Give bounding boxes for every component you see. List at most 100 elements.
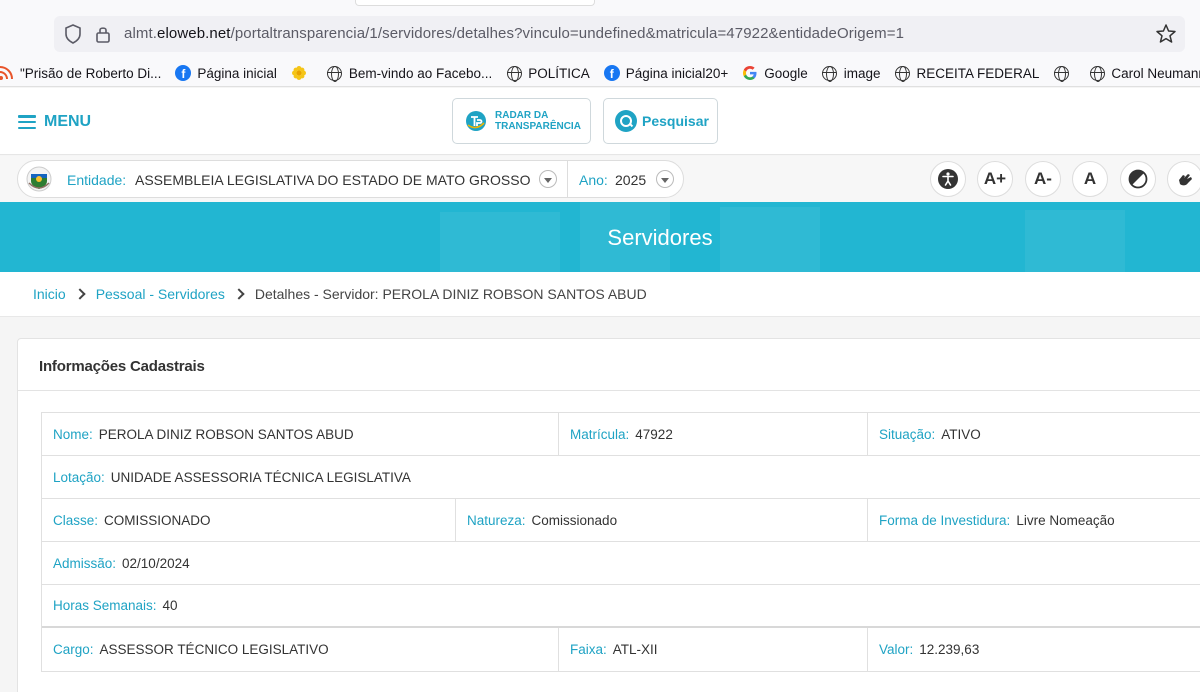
- entity-selector: Entidade: ASSEMBLEIA LEGISLATIVA DO ESTA…: [17, 160, 684, 198]
- field-value: PEROLA DINIZ ROBSON SANTOS ABUD: [98, 426, 354, 442]
- year-dropdown-icon[interactable]: [656, 170, 674, 188]
- chevron-right-icon: [74, 288, 86, 300]
- search-label: Pesquisar: [642, 113, 709, 129]
- lock-icon[interactable]: [95, 24, 111, 44]
- details-row: Classe: COMISSIONADO Natureza: Comission…: [42, 499, 1200, 542]
- menu-label: MENU: [44, 113, 92, 130]
- breadcrumb-home-link[interactable]: Inicio: [33, 286, 66, 302]
- globe-icon: [895, 65, 911, 82]
- contrast-button[interactable]: [1120, 161, 1156, 197]
- details-row: Lotação: UNIDADE ASSESSORIA TÉCNICA LEGI…: [42, 456, 1200, 499]
- field-label: Cargo:: [53, 642, 94, 657]
- search-icon: [615, 110, 637, 132]
- site-header: MENU RADAR DA TRANSPARÊNCIA Pesquisar: [0, 88, 1200, 155]
- field-faixa: Faixa: ATL-XII: [559, 628, 868, 671]
- info-card: Informações Cadastrais Nome: PEROLA DINI…: [17, 338, 1200, 692]
- field-value: UNIDADE ASSESSORIA TÉCNICA LEGISLATIVA: [110, 469, 411, 485]
- hand-icon: [1179, 174, 1192, 186]
- field-label: Nome:: [53, 426, 93, 442]
- font-decrease-button[interactable]: A-: [1025, 161, 1061, 197]
- entity-value[interactable]: ASSEMBLEIA LEGISLATIVA DO ESTADO DE MATO…: [135, 172, 530, 188]
- field-value: 40: [162, 598, 178, 613]
- shield-icon[interactable]: [64, 24, 82, 44]
- field-value: Livre Nomeação: [1016, 512, 1115, 528]
- field-label: Matrícula:: [570, 426, 630, 442]
- bookmark-label: Página inicial20+: [625, 65, 729, 81]
- field-label: Natureza:: [467, 512, 526, 528]
- field-admissao: Admissão: 02/10/2024: [42, 542, 1200, 584]
- bookmark-item[interactable]: Bem-vindo ao Facebo...: [327, 65, 493, 82]
- details-grid: Nome: PEROLA DINIZ ROBSON SANTOS ABUD Ma…: [41, 412, 1200, 672]
- globe-icon: [506, 65, 522, 82]
- bookmark-item[interactable]: [291, 65, 313, 81]
- field-matricula: Matrícula: 47922: [559, 413, 868, 455]
- page-title: Servidores: [607, 225, 713, 250]
- field-cargo: Cargo: ASSESSOR TÉCNICO LEGISLATIVO: [42, 628, 559, 671]
- menu-button[interactable]: MENU: [18, 113, 91, 131]
- field-label: Valor:: [879, 642, 914, 657]
- address-bar[interactable]: almt.eloweb.net/portaltransparencia/1/se…: [54, 16, 1185, 52]
- search-button[interactable]: Pesquisar: [603, 98, 718, 144]
- url-domain: eloweb.net: [157, 25, 231, 42]
- bookmark-item[interactable]: f Página inicial: [175, 65, 277, 81]
- bookmark-item[interactable]: POLÍTICA: [506, 65, 590, 82]
- globe-icon: [822, 65, 838, 82]
- field-value: 12.239,63: [919, 642, 980, 657]
- entity-dropdown-icon[interactable]: [539, 170, 557, 188]
- field-situacao: Situação: ATIVO: [868, 413, 1200, 455]
- field-value: ATL-XII: [612, 642, 658, 657]
- entity-bar: Entidade: ASSEMBLEIA LEGISLATIVA DO ESTA…: [0, 156, 1200, 202]
- browser-toolbar: almt.eloweb.net/portaltransparencia/1/se…: [0, 0, 1200, 87]
- bookmark-label: Google: [764, 65, 808, 81]
- google-icon: [742, 65, 758, 81]
- field-label: Horas Semanais:: [53, 598, 157, 613]
- field-classe: Classe: COMISSIONADO: [42, 499, 456, 541]
- bookmark-label: image: [843, 65, 881, 81]
- sign-language-button[interactable]: [1167, 161, 1200, 197]
- divider: [18, 390, 1200, 391]
- contrast-icon: [1128, 169, 1148, 189]
- entity-label: Entidade:: [67, 172, 127, 188]
- radar-transparencia-button[interactable]: RADAR DA TRANSPARÊNCIA: [452, 98, 591, 144]
- bookmark-item[interactable]: image: [822, 65, 881, 82]
- field-valor: Valor: 12.239,63: [868, 628, 1200, 671]
- facebook-icon: f: [175, 65, 192, 81]
- field-label: Lotação:: [53, 469, 105, 485]
- field-label: Situação:: [879, 426, 936, 442]
- bookmark-label: Carol Neumann: [1111, 65, 1200, 81]
- radar-label-line2: TRANSPARÊNCIA: [495, 121, 581, 132]
- bookmark-star-icon[interactable]: [1155, 23, 1177, 45]
- bookmark-label: POLÍTICA: [528, 65, 590, 81]
- field-value: 02/10/2024: [122, 555, 190, 571]
- hamburger-icon: [18, 115, 36, 129]
- bookmark-item[interactable]: RECEITA FEDERAL: [895, 65, 1039, 82]
- font-increase-button[interactable]: A+: [977, 161, 1013, 197]
- radar-label-line1: RADAR DA: [495, 110, 549, 121]
- year-label: Ano:: [579, 172, 608, 188]
- breadcrumb-section-link[interactable]: Pessoal - Servidores: [96, 286, 225, 302]
- details-row: Horas Semanais: 40: [42, 585, 1200, 628]
- browser-tab[interactable]: [355, 0, 595, 6]
- year-value[interactable]: 2025: [615, 172, 646, 188]
- field-label: Forma de Investidura:: [879, 512, 1011, 528]
- bookmark-item[interactable]: Google: [742, 65, 808, 81]
- bookmarks-bar: "Prisão de Roberto Di... f Página inicia…: [0, 60, 1200, 86]
- details-row: Admissão: 02/10/2024: [42, 542, 1200, 585]
- globe-icon: [1053, 65, 1069, 82]
- bookmark-item[interactable]: "Prisão de Roberto Di...: [0, 65, 161, 81]
- field-value: ASSESSOR TÉCNICO LEGISLATIVO: [99, 642, 329, 657]
- url-text[interactable]: almt.eloweb.net/portaltransparencia/1/se…: [124, 25, 904, 42]
- accessibility-button[interactable]: [930, 161, 966, 197]
- bookmark-item[interactable]: [1053, 65, 1075, 82]
- state-crest-icon: [26, 166, 52, 192]
- field-lotacao: Lotação: UNIDADE ASSESSORIA TÉCNICA LEGI…: [42, 456, 1200, 498]
- bookmark-label: Bem-vindo ao Facebo...: [348, 65, 493, 81]
- bookmark-item[interactable]: Carol Neumann: [1089, 65, 1200, 82]
- card-title: Informações Cadastrais: [39, 358, 205, 375]
- bookmark-item[interactable]: f Página inicial20+: [603, 65, 729, 81]
- field-label: Faixa:: [570, 642, 607, 657]
- field-natureza: Natureza: Comissionado: [456, 499, 868, 541]
- divider: [567, 161, 568, 197]
- font-reset-button[interactable]: A: [1072, 161, 1108, 197]
- bookmark-label: Página inicial: [197, 65, 277, 81]
